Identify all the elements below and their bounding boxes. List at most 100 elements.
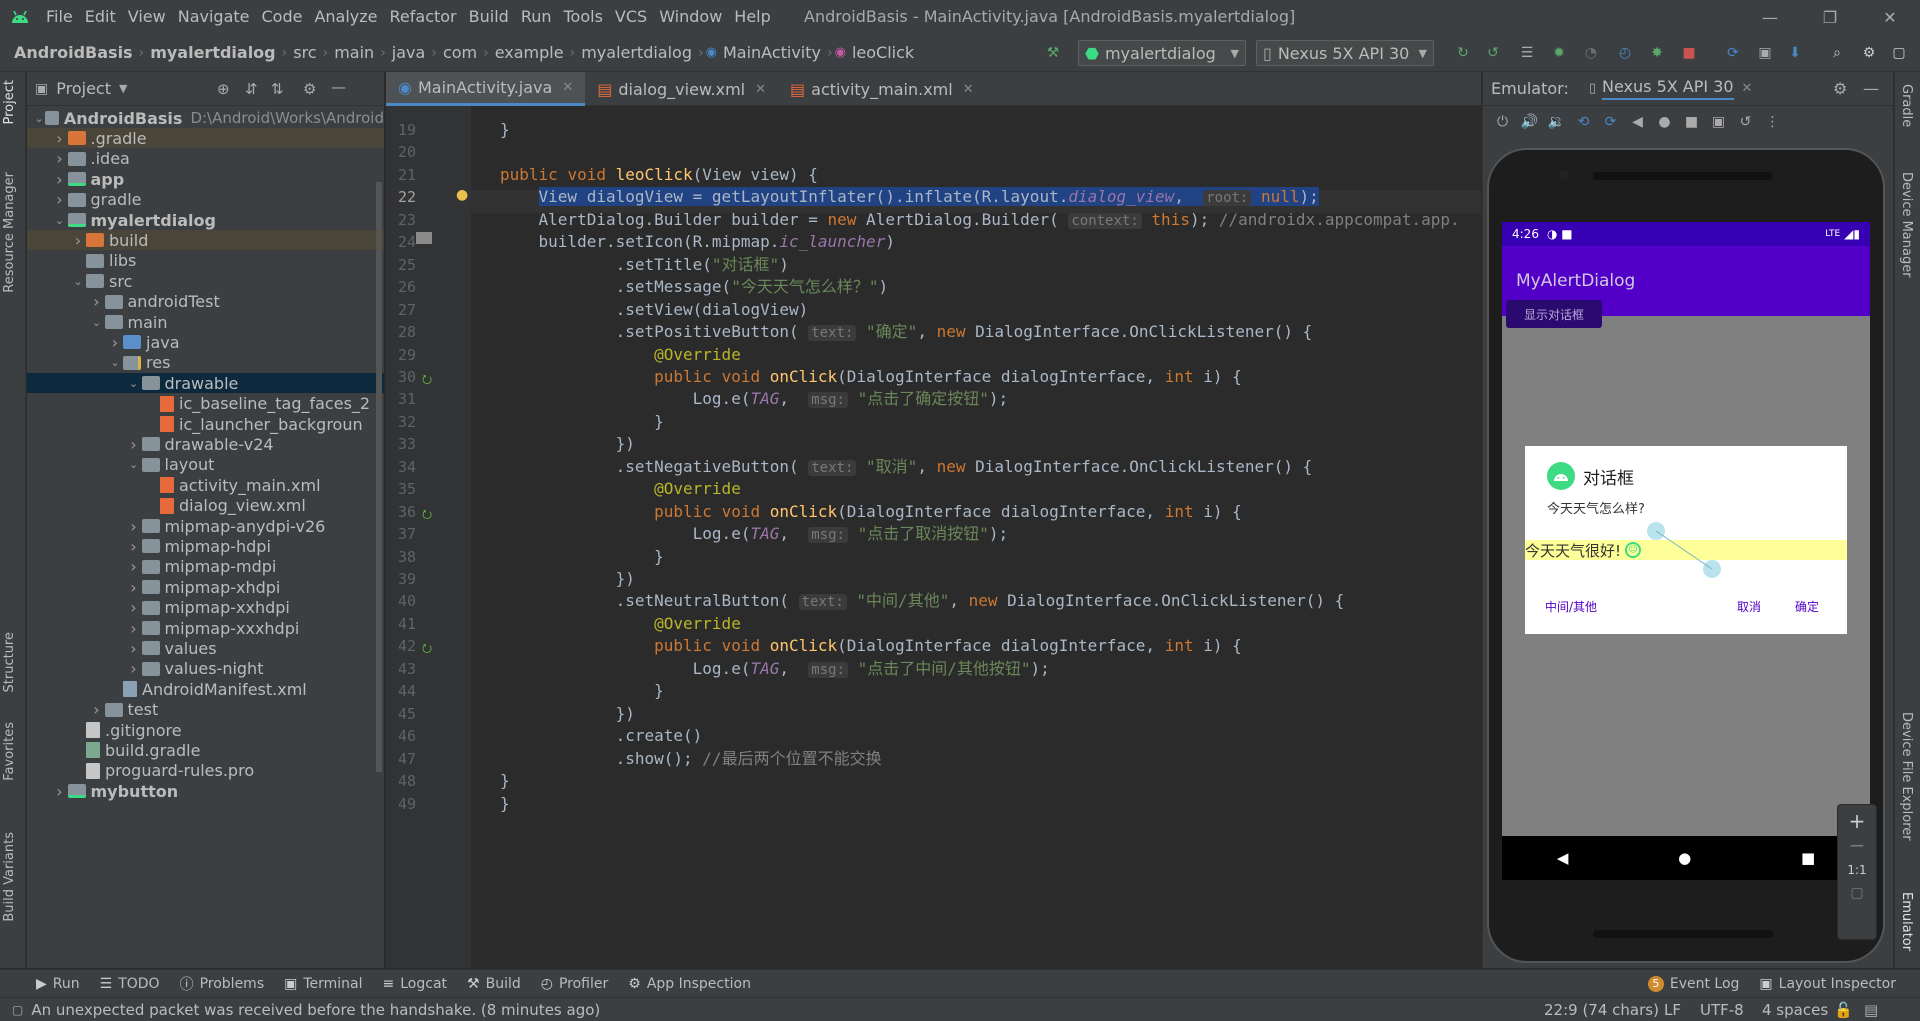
chevron-down-icon[interactable]: ⌄ [126,377,142,390]
tree-item[interactable]: › mybutton [27,781,384,801]
hide-icon[interactable]: — [331,78,346,96]
device-manager-icon[interactable]: ▣ [1754,42,1776,64]
apply-changes-icon[interactable]: ↻ [1452,42,1474,64]
lock-icon[interactable]: 🔓 [1834,1001,1853,1019]
close-icon[interactable]: ✕ [755,82,766,97]
breadcrumb-item[interactable]: com [439,43,481,62]
tree-item[interactable]: proguard-rules.pro [27,761,384,781]
tool-todo[interactable]: ☰ TODO [90,976,170,992]
restore-icon[interactable]: ❐ [1800,0,1860,34]
tool-tab-favorites[interactable]: Favorites [2,722,17,781]
tree-item[interactable]: ⌄ res [27,353,384,373]
tree-item[interactable]: ⌄ drawable [27,373,384,394]
chevron-right-icon[interactable]: › [126,435,142,454]
tool-build[interactable]: ⚒ Build [457,976,531,992]
tree-item[interactable]: dialog_view.xml [27,496,384,516]
code-line[interactable]: public void onClick(DialogInterface dial… [500,635,1242,657]
breadcrumb-item[interactable]: MainActivity [719,43,825,62]
tree-item[interactable]: ic_launcher_backgroun [27,414,384,434]
code-line[interactable]: }) [500,568,635,590]
close-icon[interactable]: ✕ [1742,81,1753,96]
hide-icon[interactable]: — [1863,79,1879,98]
tool-app-inspection[interactable]: ⚙ App Inspection [618,976,761,992]
tree-item[interactable]: › androidTest [27,292,384,312]
code-line[interactable]: Log.e(TAG, msg: "点击了确定按钮"); [500,388,1008,411]
chevron-down-icon[interactable]: ⌄ [126,458,142,471]
menu-item-refactor[interactable]: Refactor [384,0,463,34]
breadcrumb-item[interactable]: java [388,43,430,62]
menu-item-navigate[interactable]: Navigate [172,0,256,34]
code-line[interactable]: } [500,119,510,141]
code-line[interactable]: } [500,680,664,702]
code-line[interactable]: @Override [500,344,741,366]
chevron-right-icon[interactable]: › [52,129,68,148]
tree-item[interactable]: › mipmap-anydpi-v26 [27,516,384,536]
menu-item-window[interactable]: Window [653,0,728,34]
chevron-right-icon[interactable]: › [107,333,123,352]
chevron-right-icon[interactable]: › [70,231,86,250]
code-line[interactable]: .setView(dialogView) [500,299,809,321]
chevron-right-icon[interactable]: › [52,170,68,189]
menu-item-help[interactable]: Help [728,0,776,34]
volume-up-icon[interactable]: 🔊 [1516,114,1543,130]
menu-item-view[interactable]: View [122,0,172,34]
coverage-icon[interactable]: ◔ [1580,42,1602,64]
chevron-right-icon[interactable]: › [126,557,142,576]
device-select[interactable]: ▯ Nexus 5X API 30 ▼ [1256,40,1434,66]
menu-item-edit[interactable]: Edit [79,0,122,34]
memory-icon[interactable]: ▤ [1864,1001,1878,1019]
chevron-right-icon[interactable]: › [126,517,142,536]
breadcrumb-item[interactable]: src [289,43,320,62]
phone-screen[interactable]: 4:26 ◑ ■ LTE ◢▮ MyAlertDialog 显示对话框 对话框 … [1502,222,1870,880]
chevron-right-icon[interactable]: › [52,190,68,209]
menu-item-analyze[interactable]: Analyze [308,0,383,34]
home-icon[interactable]: ● [1678,849,1691,867]
chevron-right-icon[interactable]: › [89,292,105,311]
breadcrumb-item[interactable]: leoClick [848,43,918,62]
breadcrumb-item[interactable]: myalertdialog [577,43,696,62]
tool-tab-emulator[interactable]: Emulator [1899,892,1914,951]
code-line[interactable]: @Override [500,478,741,500]
stop-icon[interactable]: ■ [1678,42,1700,64]
tool-event-log[interactable]: 5 Event Log [1638,975,1750,992]
tab-mainactivity-java[interactable]: ◉ MainActivity.java ✕ [386,72,586,106]
profile-icon[interactable]: ◴ [1614,42,1636,64]
chevron-right-icon[interactable]: › [126,598,142,617]
home-icon[interactable]: ● [1651,114,1678,130]
code-line[interactable]: public void onClick(DialogInterface dial… [500,501,1242,523]
chevron-down-icon[interactable]: ⌄ [89,316,105,329]
chevron-down-icon[interactable]: ⌄ [107,356,123,369]
tree-item[interactable]: › .gradle [27,128,384,149]
overview-icon[interactable]: ■ [1678,114,1705,130]
tool-tab-project[interactable]: Project [2,80,17,124]
tree-item[interactable]: activity_main.xml [27,475,384,495]
tree-item[interactable]: libs [27,251,384,271]
chevron-right-icon[interactable]: › [52,149,68,168]
apply-code-changes-icon[interactable]: ↺ [1482,42,1504,64]
tree-item[interactable]: › gradle [27,190,384,210]
chevron-down-icon[interactable]: ▼ [119,82,127,95]
layout-toggle-icon[interactable]: ▢ [12,1003,23,1017]
code-editor[interactable]: ◉ MainActivity.java ✕ ▤ dialog_view.xml … [386,72,1481,968]
tab-dialog-view-xml[interactable]: ▤ dialog_view.xml ✕ [585,72,778,106]
attach-debugger-icon[interactable]: ✸ [1646,42,1668,64]
tree-item[interactable]: › drawable-v24 [27,434,384,454]
caret-position[interactable]: 22:9 (74 chars) [1544,1001,1659,1019]
override-icon[interactable]: ⭮ [422,370,432,391]
more-icon[interactable]: ⋮ [1759,114,1786,130]
rotate-right-icon[interactable]: ⟳ [1597,114,1624,130]
tree-item[interactable]: › java [27,332,384,352]
code-line[interactable]: } [500,770,510,792]
snapshot-icon[interactable]: ↺ [1732,114,1759,130]
chevron-down-icon[interactable]: ⌄ [52,214,68,227]
lightbulb-icon[interactable]: ● [456,187,468,203]
code-line[interactable]: public void leoClick(View view) { [500,164,818,186]
gear-icon[interactable]: ⚙ [1858,42,1880,64]
code-line[interactable]: View dialogView = getLayoutInflater().in… [500,186,1319,209]
chevron-right-icon[interactable]: › [126,578,142,597]
overview-icon[interactable]: ■ [1801,849,1815,867]
menu-item-code[interactable]: Code [256,0,309,34]
tree-item[interactable]: › .idea [27,149,384,169]
locate-icon[interactable]: ⊕ [217,80,230,98]
breadcrumb-item[interactable]: example [491,43,568,62]
